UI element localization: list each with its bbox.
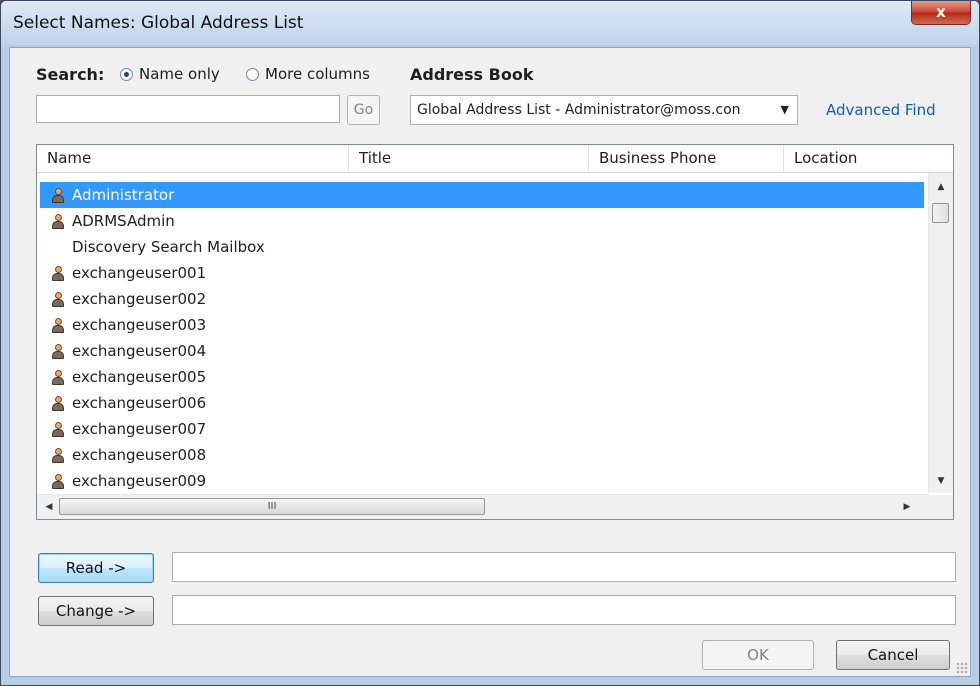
dialog-body: Search: Name only More columns Address B… [9, 47, 971, 677]
scroll-up-arrow-icon[interactable]: ▲ [929, 177, 953, 197]
list-item-name: exchangeuser002 [72, 290, 207, 308]
person-icon [52, 448, 64, 463]
scroll-corner [929, 495, 953, 519]
column-header-title[interactable]: Title [349, 145, 589, 172]
person-icon [52, 474, 64, 489]
go-button[interactable]: Go [347, 95, 380, 125]
radio-more-columns-label: More columns [265, 65, 370, 83]
column-header-location[interactable]: Location [784, 145, 954, 172]
horizontal-scroll-thumb[interactable]: III [59, 498, 485, 515]
ok-button[interactable]: OK [702, 640, 814, 670]
cancel-button[interactable]: Cancel [836, 640, 950, 670]
scroll-grip: III [267, 501, 277, 512]
column-header-name[interactable]: Name [37, 145, 349, 172]
close-button[interactable]: x [911, 1, 971, 25]
person-icon [52, 370, 64, 385]
list-item[interactable]: exchangeuser007 [40, 416, 924, 442]
read-button[interactable]: Read -> [38, 553, 154, 583]
radio-more-columns[interactable]: More columns [246, 65, 370, 83]
list-item[interactable]: Discovery Search Mailbox [40, 234, 924, 260]
radio-name-only[interactable]: Name only [120, 65, 220, 83]
list-header: Name Title Business Phone Location [37, 145, 953, 173]
list-rows: Administrator ADRMSAdmin Discovery Search … [40, 182, 924, 520]
list-item-name: Administrator [72, 186, 175, 204]
search-input[interactable] [36, 95, 340, 123]
scroll-right-arrow-icon[interactable]: ▶ [897, 495, 917, 519]
list-item-name: exchangeuser007 [72, 420, 207, 438]
vertical-scrollbar[interactable]: ▲ ▼ [928, 173, 953, 493]
window-title: Select Names: Global Address List [13, 13, 304, 33]
list-item-name: exchangeuser003 [72, 316, 207, 334]
list-item-name: Discovery Search Mailbox [72, 238, 265, 256]
person-icon [52, 188, 64, 203]
list-item-name: exchangeuser006 [72, 394, 207, 412]
names-list[interactable]: Name Title Business Phone Location Admin… [36, 144, 954, 520]
scroll-down-arrow-icon[interactable]: ▼ [929, 471, 953, 491]
list-item[interactable]: Administrator [40, 182, 924, 208]
scroll-left-arrow-icon[interactable]: ◀ [39, 495, 59, 519]
change-button[interactable]: Change -> [38, 596, 154, 626]
address-book-selected: Global Address List - Administrator@moss… [417, 102, 741, 118]
person-icon [52, 422, 64, 437]
radio-checked-icon[interactable] [120, 67, 133, 81]
person-icon [52, 344, 64, 359]
search-label: Search: [36, 65, 105, 84]
list-item-name: exchangeuser008 [72, 446, 207, 464]
person-icon [52, 318, 64, 333]
vertical-scroll-thumb[interactable] [932, 203, 949, 223]
radio-unchecked-icon[interactable] [246, 67, 259, 81]
person-icon [52, 266, 64, 281]
list-item[interactable]: exchangeuser008 [40, 442, 924, 468]
list-item-name: ADRMSAdmin [72, 212, 175, 230]
list-item[interactable]: exchangeuser002 [40, 286, 924, 312]
title-bar: Select Names: Global Address List x [1, 1, 979, 45]
list-item-name: exchangeuser001 [72, 264, 207, 282]
chevron-down-icon[interactable]: ▼ [781, 96, 789, 124]
person-icon [52, 396, 64, 411]
column-header-business-phone[interactable]: Business Phone [589, 145, 784, 172]
list-item-name: exchangeuser005 [72, 368, 207, 386]
resize-grip-icon[interactable] [956, 662, 968, 674]
list-item[interactable]: exchangeuser005 [40, 364, 924, 390]
address-book-label: Address Book [410, 65, 534, 84]
advanced-find-link[interactable]: Advanced Find [826, 101, 936, 119]
person-icon [52, 214, 64, 229]
read-recipients-field[interactable] [172, 552, 956, 582]
list-item[interactable]: exchangeuser004 [40, 338, 924, 364]
list-item[interactable]: exchangeuser009 [40, 468, 924, 494]
change-recipients-field[interactable] [172, 595, 956, 625]
list-item[interactable]: exchangeuser003 [40, 312, 924, 338]
radio-name-only-label: Name only [139, 65, 220, 83]
horizontal-scrollbar[interactable]: ◀ III ▶ [37, 494, 929, 519]
select-names-dialog: Select Names: Global Address List x Sear… [0, 0, 980, 686]
list-item[interactable]: ADRMSAdmin [40, 208, 924, 234]
list-item-name: exchangeuser009 [72, 472, 207, 490]
person-icon [52, 292, 64, 307]
address-book-dropdown[interactable]: Global Address List - Administrator@moss… [410, 95, 798, 125]
list-item[interactable]: exchangeuser001 [40, 260, 924, 286]
list-item-name: exchangeuser004 [72, 342, 207, 360]
list-item[interactable]: exchangeuser006 [40, 390, 924, 416]
